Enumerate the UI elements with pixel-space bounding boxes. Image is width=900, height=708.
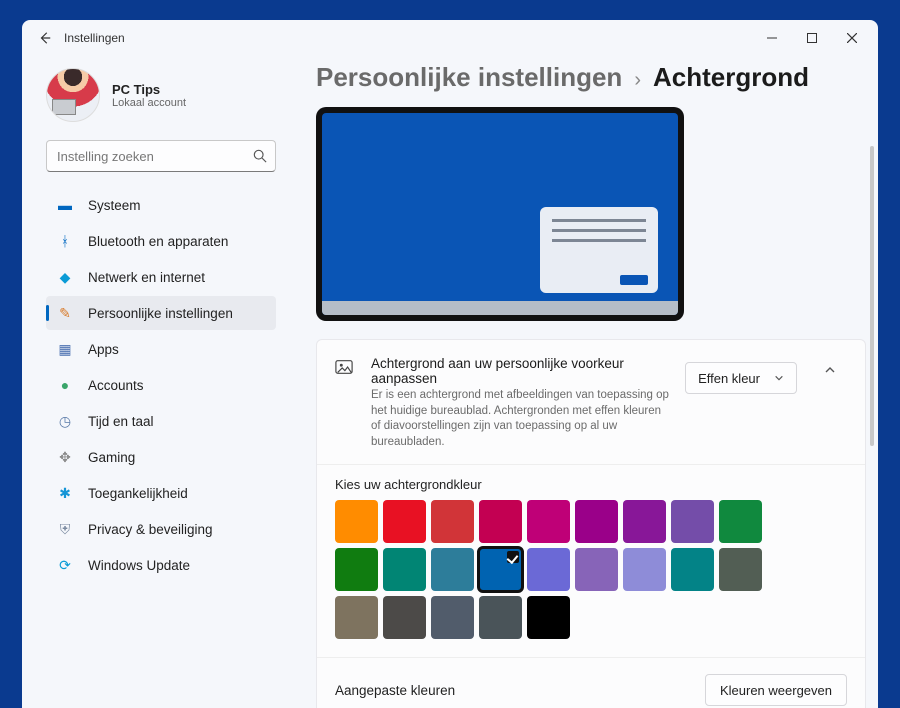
background-card-title: Achtergrond aan uw persoonlijke voorkeur… [371,356,669,386]
color-swatch-18[interactable] [335,596,378,639]
close-button[interactable] [832,23,872,53]
swatch-heading: Kies uw achtergrondkleur [335,477,847,492]
shield-icon: ⛨ [56,520,74,538]
nav-privacy[interactable]: ⛨Privacy & beveiliging [46,512,276,546]
nav-gaming[interactable]: ✥Gaming [46,440,276,474]
nav-time-language[interactable]: ◷Tijd en taal [46,404,276,438]
nav-apps[interactable]: ▦Apps [46,332,276,366]
color-swatch-19[interactable] [383,596,426,639]
back-button[interactable] [28,23,62,53]
breadcrumb-parent[interactable]: Persoonlijke instellingen [316,62,622,93]
minimize-button[interactable] [752,23,792,53]
color-swatch-6[interactable] [623,500,666,543]
profile-name: PC Tips [112,82,186,97]
search-icon [253,149,267,163]
nav-accounts[interactable]: ●Accounts [46,368,276,402]
color-swatch-13[interactable] [527,548,570,591]
color-swatch-section: Kies uw achtergrondkleur [317,465,865,658]
chevron-down-icon [774,373,784,383]
page-title: Achtergrond [653,62,809,93]
custom-colors-label: Aangepaste kleuren [335,683,455,698]
search-box[interactable] [46,140,276,172]
titlebar: Instellingen [22,20,878,56]
globe-icon: ◷ [56,412,74,430]
swatch-grid [335,500,765,639]
color-swatch-1[interactable] [383,500,426,543]
nav-personalization[interactable]: ✎Persoonlijke instellingen [46,296,276,330]
person-icon: ● [56,376,74,394]
bluetooth-icon: ᚼ [56,232,74,250]
preview-window-icon [540,207,658,293]
gamepad-icon: ✥ [56,448,74,466]
color-swatch-15[interactable] [623,548,666,591]
window-title: Instellingen [64,31,125,45]
brush-icon: ✎ [56,304,74,322]
desktop-preview [316,107,684,321]
color-swatch-17[interactable] [719,548,762,591]
profile-block[interactable]: PC Tips Lokaal account [46,68,276,122]
background-type-dropdown[interactable]: Effen kleur [685,362,797,394]
breadcrumb-separator: › [634,69,641,92]
color-swatch-9[interactable] [335,548,378,591]
background-card-header: Achtergrond aan uw persoonlijke voorkeur… [317,340,865,465]
wifi-icon: ◆ [56,268,74,286]
avatar [46,68,100,122]
color-swatch-10[interactable] [383,548,426,591]
color-swatch-5[interactable] [575,500,618,543]
background-card-description: Er is een achtergrond met afbeeldingen v… [371,388,669,450]
color-swatch-21[interactable] [479,596,522,639]
main-panel: Persoonlijke instellingen › Achtergrond … [292,56,878,708]
apps-icon: ▦ [56,340,74,358]
nav: ▬Systeem ᚼBluetooth en apparaten ◆Netwer… [46,188,276,582]
display-icon: ▬ [56,196,74,214]
custom-colors-row: Aangepaste kleuren Kleuren weergeven [317,658,865,708]
nav-system[interactable]: ▬Systeem [46,188,276,222]
color-swatch-3[interactable] [479,500,522,543]
color-swatch-0[interactable] [335,500,378,543]
nav-accessibility[interactable]: ✱Toegankelijkheid [46,476,276,510]
color-swatch-2[interactable] [431,500,474,543]
color-swatch-22[interactable] [527,596,570,639]
preview-taskbar [322,301,678,315]
color-swatch-20[interactable] [431,596,474,639]
nav-windows-update[interactable]: ⟳Windows Update [46,548,276,582]
desktop-preview-screen [322,113,678,315]
update-icon: ⟳ [56,556,74,574]
sidebar: PC Tips Lokaal account ▬Systeem ᚼBluetoo… [22,56,292,708]
breadcrumb: Persoonlijke instellingen › Achtergrond [316,62,866,93]
color-swatch-8[interactable] [719,500,762,543]
color-swatch-7[interactable] [671,500,714,543]
maximize-button[interactable] [792,23,832,53]
search-input[interactable] [55,148,253,165]
collapse-button[interactable] [813,364,847,376]
accessibility-icon: ✱ [56,484,74,502]
scrollbar[interactable] [870,146,874,446]
settings-window: Instellingen PC Tips Lokaal account ▬Sys… [22,20,878,708]
image-icon [335,358,355,376]
color-swatch-16[interactable] [671,548,714,591]
nav-network[interactable]: ◆Netwerk en internet [46,260,276,294]
show-colors-button[interactable]: Kleuren weergeven [705,674,847,706]
color-swatch-11[interactable] [431,548,474,591]
background-card: Achtergrond aan uw persoonlijke voorkeur… [316,339,866,708]
window-controls [752,23,872,53]
content-area: PC Tips Lokaal account ▬Systeem ᚼBluetoo… [22,56,878,708]
profile-subtitle: Lokaal account [112,97,186,109]
color-swatch-12[interactable] [479,548,522,591]
nav-bluetooth[interactable]: ᚼBluetooth en apparaten [46,224,276,258]
color-swatch-4[interactable] [527,500,570,543]
color-swatch-14[interactable] [575,548,618,591]
